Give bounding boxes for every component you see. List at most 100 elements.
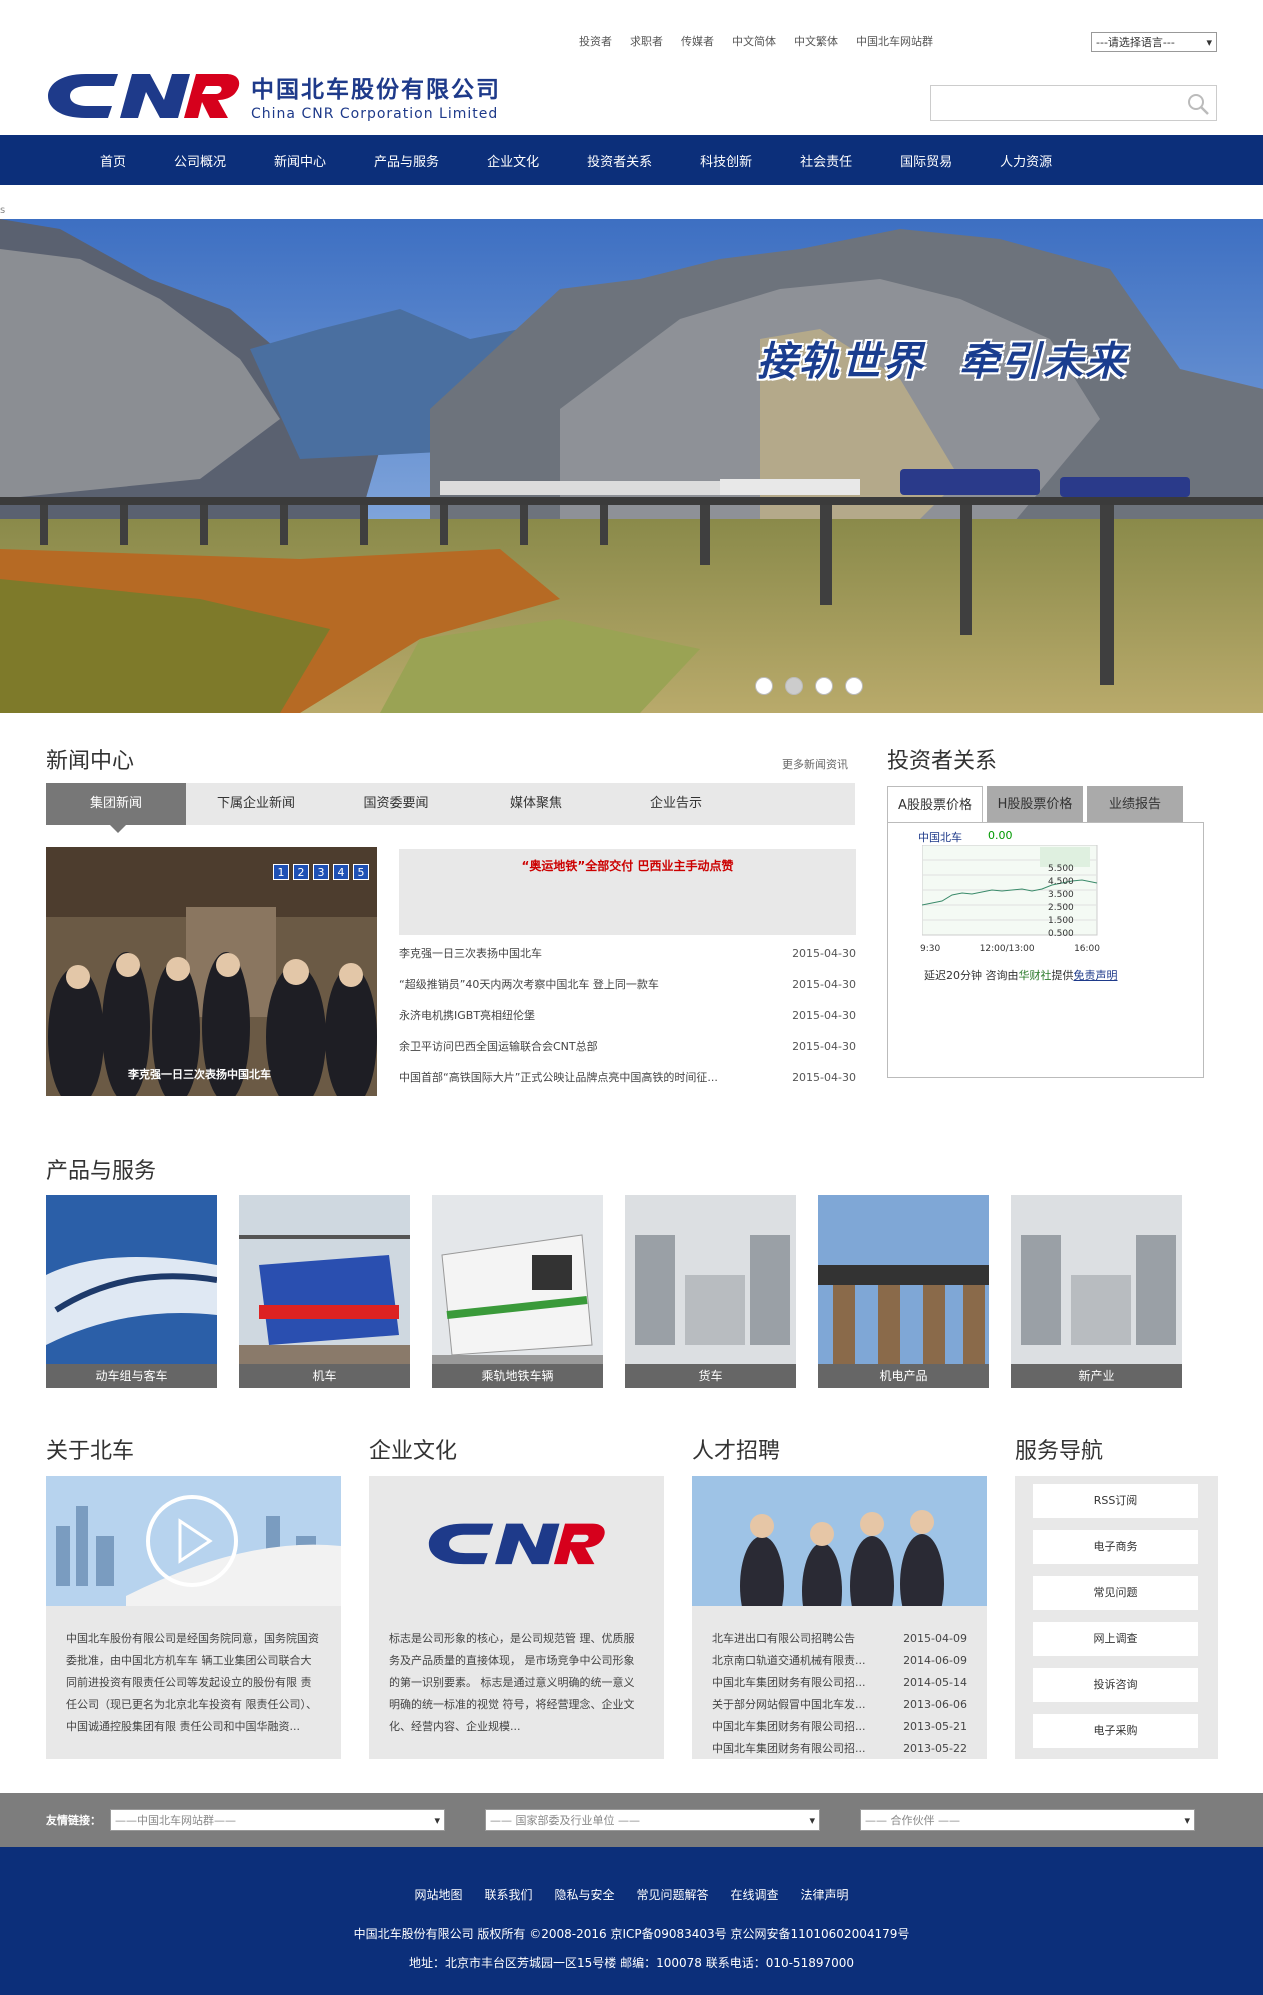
job-title: 中国北车集团财务有限公司招... <box>712 1676 866 1689</box>
job-item[interactable]: 中国北车集团财务有限公司招... 2013-05-21 <box>712 1716 967 1738</box>
nav-home[interactable]: 首页 <box>76 151 150 170</box>
top-link-site-group[interactable]: 中国北车网站群 <box>856 33 933 49</box>
tab-notices[interactable]: 企业告示 <box>606 783 746 825</box>
culture-card[interactable]: 标志是公司形象的核心，是公司规范管 理、优质服务及产品质量的直接体现， 是市场竞… <box>369 1476 664 1759</box>
logo-en-text: China CNR Corporation Limited <box>251 106 499 122</box>
stock-panel: 中国北车 0.00 5.500 4.500 3.500 2.500 1.500 … <box>887 822 1204 1078</box>
nav-overview[interactable]: 公司概况 <box>150 151 250 170</box>
photo-page-3[interactable]: 3 <box>313 864 329 880</box>
product-locomotive[interactable]: 机车 <box>239 1195 410 1388</box>
news-photo[interactable]: 1 2 3 4 5 李克强一日三次表扬中国北车 <box>46 847 377 1096</box>
stock-name: 中国北车 <box>918 831 962 844</box>
tab-h-share[interactable]: H股股票价格 <box>987 786 1083 824</box>
news-item[interactable]: 中国首部“高铁国际大片”正式公映让品牌点亮中国高铁的时间征... 2015-04-… <box>399 1070 856 1101</box>
top-link-media[interactable]: 传媒者 <box>681 33 714 49</box>
footer-link-sitemap[interactable]: 网站地图 <box>414 1886 462 1903</box>
search-input[interactable] <box>931 86 1171 120</box>
tab-subsidiary-news[interactable]: 下属企业新闻 <box>186 783 326 825</box>
site-group-select[interactable]: ——中国北车网站群—— ▾ <box>110 1809 445 1831</box>
hero-banner[interactable]: 接轨世界 牵引未来 <box>0 219 1263 713</box>
nav-innovation[interactable]: 科技创新 <box>676 151 776 170</box>
top-link-investor[interactable]: 投资者 <box>579 33 612 49</box>
footer-link-faq[interactable]: 常见问题解答 <box>637 1886 709 1903</box>
news-item[interactable]: 永济电机携IGBT亮相纽伦堡 2015-04-30 <box>399 1008 856 1039</box>
news-item[interactable]: 余卫平访问巴西全国运输联合会CNT总部 2015-04-30 <box>399 1039 856 1070</box>
banner-slogan: 接轨世界 牵引未来 <box>757 329 1161 387</box>
nav-products[interactable]: 产品与服务 <box>350 151 463 170</box>
top-link-traditional[interactable]: 中文繁体 <box>794 33 838 49</box>
nav-responsibility[interactable]: 社会责任 <box>776 151 876 170</box>
search-icon[interactable] <box>1186 92 1210 116</box>
service-complaint-button[interactable]: 投诉咨询 <box>1033 1668 1198 1702</box>
stock-note-source[interactable]: 华财社 <box>1019 969 1052 982</box>
photo-page-1[interactable]: 1 <box>273 864 289 880</box>
disclaimer-link[interactable]: 免责声明 <box>1074 969 1118 982</box>
nav-culture[interactable]: 企业文化 <box>463 151 563 170</box>
language-select[interactable]: ---请选择语言--- ▾ <box>1091 32 1217 52</box>
chevron-down-icon: ▾ <box>1184 1813 1190 1827</box>
nav-investor[interactable]: 投资者关系 <box>563 151 676 170</box>
footer-link-contact[interactable]: 联系我们 <box>484 1886 532 1903</box>
product-emu[interactable]: 动车组与客车 <box>46 1195 217 1388</box>
partner-select[interactable]: —— 合作伙伴 —— ▾ <box>860 1809 1195 1831</box>
job-item[interactable]: 关于部分网站假冒中国北车发... 2013-06-06 <box>712 1694 967 1716</box>
news-item[interactable]: “超级推销员”40天内两次考察中国北车 登上同一款车 2015-04-30 <box>399 977 856 1008</box>
tab-sasac-news[interactable]: 国资委要闻 <box>326 783 466 825</box>
tab-performance[interactable]: 业绩报告 <box>1087 786 1183 824</box>
language-select-value: ---请选择语言--- <box>1096 36 1175 49</box>
tab-a-share[interactable]: A股股票价格 <box>887 786 983 824</box>
service-ecommerce-button[interactable]: 电子商务 <box>1033 1530 1198 1564</box>
photo-page-4[interactable]: 4 <box>333 864 349 880</box>
job-item[interactable]: 北京南口轨道交通机械有限责... 2014-06-09 <box>712 1650 967 1672</box>
product-freight[interactable]: 货车 <box>625 1195 796 1388</box>
service-survey-button[interactable]: 网上调查 <box>1033 1622 1198 1656</box>
footer-link-survey[interactable]: 在线调查 <box>731 1886 779 1903</box>
top-link-simplified[interactable]: 中文简体 <box>732 33 776 49</box>
product-caption: 乘轨地铁车辆 <box>432 1364 603 1388</box>
carousel-dot-3[interactable] <box>815 677 833 695</box>
logo[interactable]: 中国北车股份有限公司 China CNR Corporation Limited <box>46 70 501 122</box>
tab-group-news[interactable]: 集团新闻 <box>46 783 186 833</box>
job-date: 2014-05-14 <box>903 1676 967 1689</box>
partner-select-value: —— 合作伙伴 —— <box>865 1814 960 1827</box>
job-item[interactable]: 中国北车集团财务有限公司招... 2014-05-14 <box>712 1672 967 1694</box>
product-new-industry[interactable]: 新产业 <box>1011 1195 1182 1388</box>
tab-media-focus[interactable]: 媒体聚焦 <box>466 783 606 825</box>
footer-copyright: 中国北车股份有限公司 版权所有 ©2008-2016 京ICP备09083403… <box>353 1927 910 1941</box>
service-procurement-button[interactable]: 电子采购 <box>1033 1714 1198 1748</box>
nav-hr[interactable]: 人力资源 <box>976 151 1076 170</box>
product-metro[interactable]: 乘轨地铁车辆 <box>432 1195 603 1388</box>
about-section-title: 关于北车 <box>46 1439 135 1464</box>
stock-value: 0.00 <box>988 829 1013 842</box>
carousel-dot-1[interactable] <box>755 677 773 695</box>
news-photo-image <box>46 847 377 1096</box>
job-item[interactable]: 北车进出口有限公司招聘公告 2015-04-09 <box>712 1628 967 1650</box>
product-caption: 机车 <box>239 1364 410 1388</box>
carousel-dot-4[interactable] <box>845 677 863 695</box>
top-link-jobseeker[interactable]: 求职者 <box>630 33 663 49</box>
chevron-down-icon: ▾ <box>434 1813 440 1827</box>
ministry-select[interactable]: —— 国家部委及行业单位 —— ▾ <box>485 1809 820 1831</box>
photo-page-2[interactable]: 2 <box>293 864 309 880</box>
service-rss-button[interactable]: RSS订阅 <box>1033 1484 1198 1518</box>
y-tick: 1.500 <box>1048 916 1074 926</box>
nav-trade[interactable]: 国际贸易 <box>876 151 976 170</box>
product-caption: 新产业 <box>1011 1364 1182 1388</box>
footer-link-legal[interactable]: 法律声明 <box>801 1886 849 1903</box>
service-faq-button[interactable]: 常见问题 <box>1033 1576 1198 1610</box>
photo-page-5[interactable]: 5 <box>353 864 369 880</box>
about-card[interactable]: 中国北车股份有限公司是经国务院同意，国务院国资委批准，由中国北方机车车 辆工业集… <box>46 1476 341 1759</box>
news-item[interactable]: 李克强一日三次表扬中国北车 2015-04-30 <box>399 946 856 977</box>
job-title: 中国北车集团财务有限公司招... <box>712 1742 866 1755</box>
news-item-date: 2015-04-30 <box>792 1009 856 1022</box>
headline-text: “奥运地铁”全部交付 巴西业主手动点赞 <box>521 859 734 873</box>
more-news-link[interactable]: 更多新闻资讯 <box>782 756 848 772</box>
job-item[interactable]: 中国北车集团财务有限公司招... 2013-05-22 <box>712 1738 967 1760</box>
product-electromech[interactable]: 机电产品 <box>818 1195 989 1388</box>
nav-news[interactable]: 新闻中心 <box>250 151 350 170</box>
headline-box[interactable]: “奥运地铁”全部交付 巴西业主手动点赞 <box>399 849 856 935</box>
about-text: 中国北车股份有限公司是经国务院同意，国务院国资委批准，由中国北方机车车 辆工业集… <box>66 1632 319 1733</box>
y-tick: 4.500 <box>1048 877 1074 887</box>
footer-link-privacy[interactable]: 隐私与安全 <box>554 1886 614 1903</box>
carousel-dot-2[interactable] <box>785 677 803 695</box>
